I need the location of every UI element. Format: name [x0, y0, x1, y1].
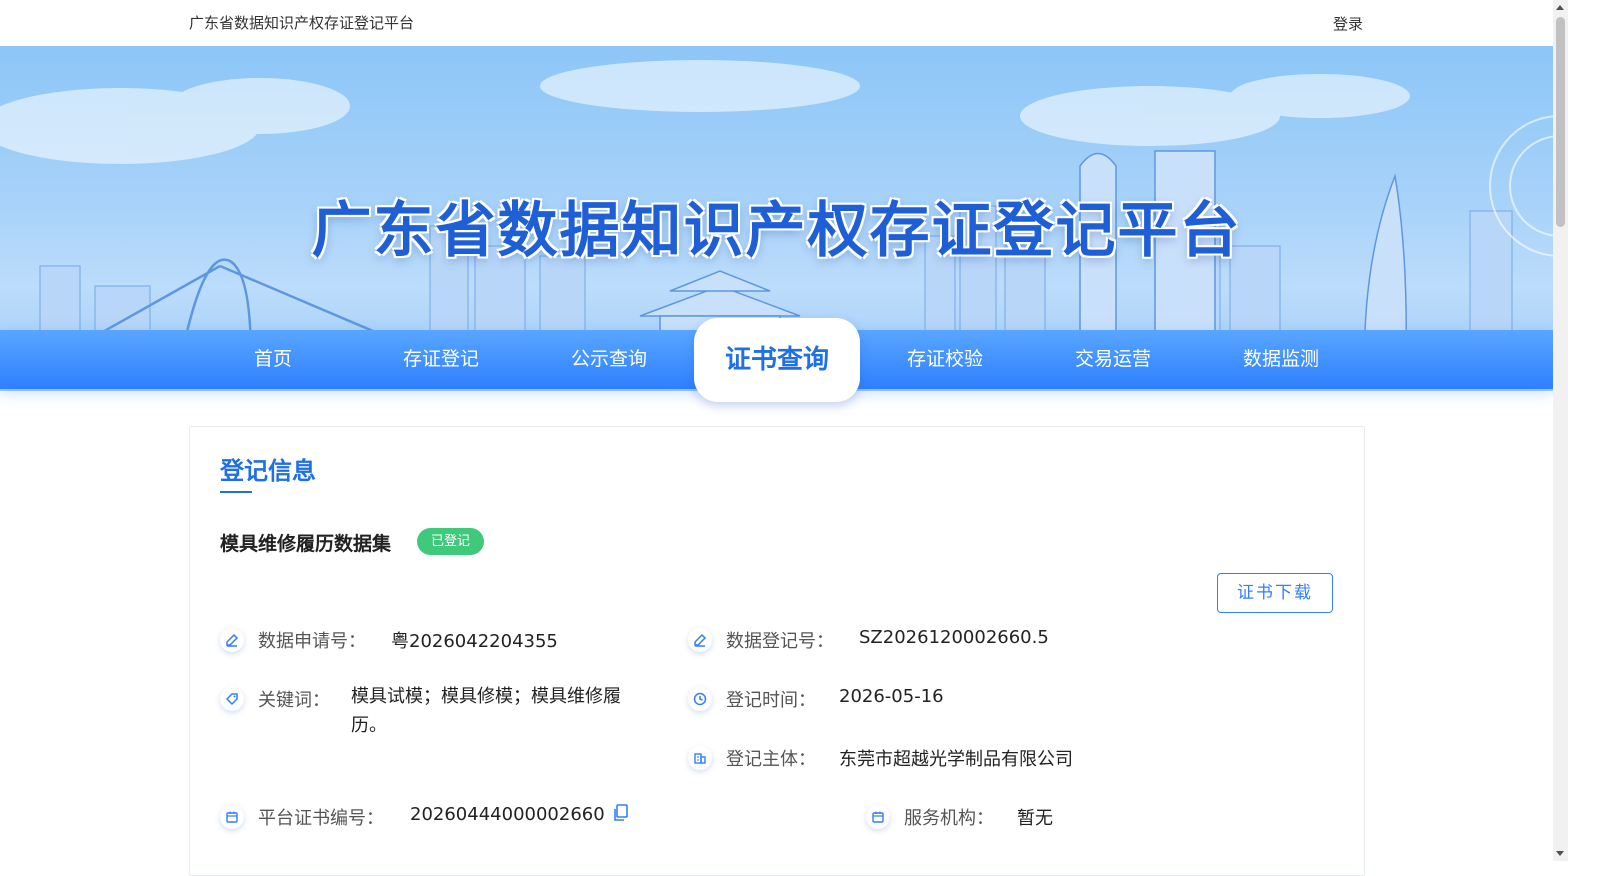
service-agency-label: 服务机构：: [904, 808, 994, 829]
registrant-field: 登记主体： 东莞市超越光学制品有限公司: [688, 745, 1073, 771]
edit-icon: [220, 628, 244, 652]
keywords-label: 关键词：: [258, 690, 330, 711]
application-no-value: 粤2026042204355: [391, 631, 558, 652]
banner-title: 广东省数据知识产权存证登记平台: [311, 196, 1242, 266]
certificate-no-field: 平台证书编号： 20260444000002660: [220, 804, 629, 830]
registration-time-label: 登记时间：: [726, 690, 816, 711]
tag-icon: [220, 687, 244, 711]
dataset-name: 模具维修履历数据集: [220, 533, 392, 555]
section-title: 登记信息: [220, 457, 316, 485]
calendar-icon: [220, 805, 244, 829]
nav-evidence-verification[interactable]: 存证校验: [865, 330, 1025, 389]
registration-no-value: SZ2026120002660.5: [859, 627, 1049, 648]
keywords-field: 关键词： 模具试模；模具修模；模具维修履历。: [220, 686, 660, 740]
certificate-download-button[interactable]: 证书下载: [1217, 573, 1333, 613]
edit-icon: [688, 628, 712, 652]
nav-public-query[interactable]: 公示查询: [529, 330, 689, 389]
main-nav: 首页 存证登记 公示查询 证书查询 存证校验 交易运营 数据监测: [0, 318, 1553, 402]
scroll-up-arrow-icon[interactable]: [1556, 5, 1564, 10]
nav-trading-operations[interactable]: 交易运营: [1033, 330, 1193, 389]
nav-evidence-registration[interactable]: 存证登记: [361, 330, 521, 389]
certificate-no-label: 平台证书编号：: [258, 808, 384, 829]
certificate-no-value: 20260444000002660: [410, 804, 605, 825]
status-badge: 已登记: [417, 528, 485, 555]
registration-info-card: 登记信息 模具维修履历数据集 已登记 证书下载 数据申请号： 粤20260422…: [189, 426, 1365, 876]
scroll-down-arrow-icon[interactable]: [1556, 851, 1564, 856]
clock-icon: [688, 687, 712, 711]
registrant-value: 东莞市超越光学制品有限公司: [839, 749, 1073, 770]
calendar-icon: [866, 805, 890, 829]
application-no-field: 数据申请号： 粤2026042204355: [220, 627, 558, 653]
nav-data-monitoring[interactable]: 数据监测: [1201, 330, 1361, 389]
registration-time-field: 登记时间： 2026-05-16: [688, 686, 944, 712]
registration-no-field: 数据登记号： SZ2026120002660.5: [688, 627, 1049, 653]
section-title-underline: [220, 491, 252, 493]
service-agency-field: 服务机构： 暂无: [866, 804, 1053, 830]
registrant-label: 登记主体：: [726, 749, 816, 770]
service-agency-value: 暂无: [1017, 808, 1053, 829]
building-icon: [688, 746, 712, 770]
top-bar: 广东省数据知识产权存证登记平台 登录: [0, 0, 1553, 46]
nav-certificate-query[interactable]: 证书查询: [694, 318, 860, 402]
page-scrollbar[interactable]: [1553, 0, 1568, 861]
registration-time-value: 2026-05-16: [839, 686, 944, 707]
application-no-label: 数据申请号：: [258, 631, 366, 652]
site-title: 广东省数据知识产权存证登记平台: [189, 14, 415, 32]
copy-icon[interactable]: [613, 804, 629, 827]
login-link[interactable]: 登录: [1333, 13, 1363, 34]
nav-home[interactable]: 首页: [193, 330, 353, 389]
scrollbar-thumb[interactable]: [1556, 17, 1565, 227]
keywords-value: 模具试模；模具修模；模具维修履历。: [351, 686, 621, 736]
registration-no-label: 数据登记号：: [726, 631, 834, 652]
